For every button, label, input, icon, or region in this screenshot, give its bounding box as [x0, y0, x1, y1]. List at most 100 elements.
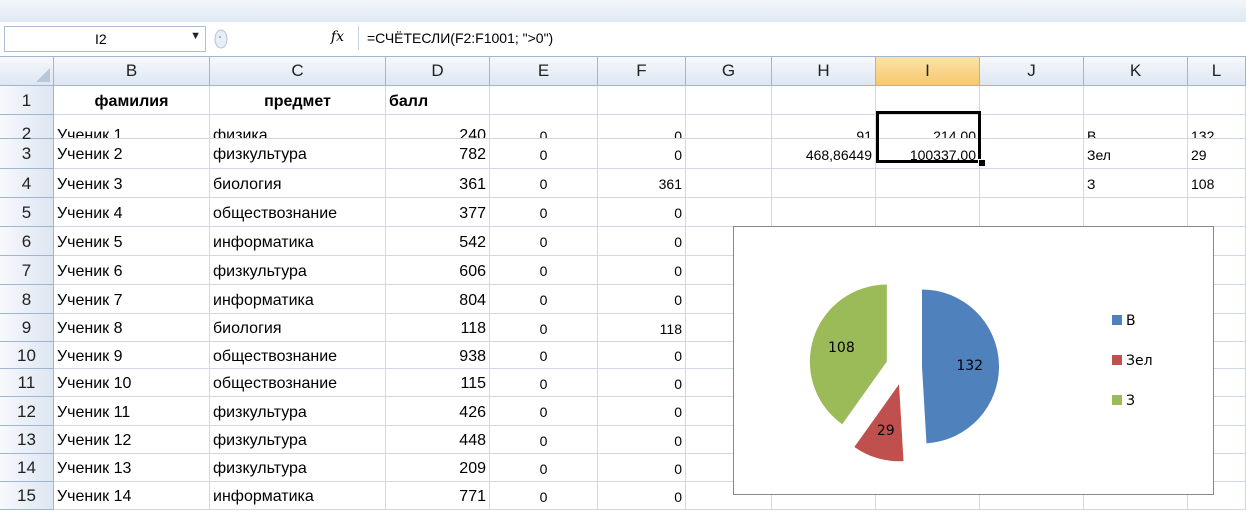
cell-d10[interactable]: 938: [386, 342, 490, 369]
row-header-4[interactable]: 4: [0, 169, 54, 198]
fill-handle[interactable]: [978, 159, 986, 167]
row-header-11[interactable]: 11: [0, 369, 54, 397]
cell-e11[interactable]: 0: [490, 369, 598, 397]
cell-b15[interactable]: Ученик 14: [54, 482, 210, 510]
cell-b8[interactable]: Ученик 7: [54, 285, 210, 314]
insert-function-button[interactable]: fx: [230, 28, 350, 50]
cell-d13[interactable]: 448: [386, 426, 490, 454]
cell-i4[interactable]: [876, 169, 980, 198]
row-header-9[interactable]: 9: [0, 314, 54, 342]
cell-k3[interactable]: Зел: [1084, 139, 1188, 169]
cell-e12[interactable]: 0: [490, 397, 598, 426]
cell-d2[interactable]: 240: [386, 115, 490, 139]
cell-i5[interactable]: [876, 198, 980, 227]
cell-e2[interactable]: 0: [490, 115, 598, 139]
cell-c6[interactable]: информатика: [210, 227, 386, 256]
cell-c7[interactable]: физкультура: [210, 256, 386, 285]
cell-c3[interactable]: физкультура: [210, 139, 386, 169]
cell-c1[interactable]: предмет: [210, 86, 386, 115]
row-header-13[interactable]: 13: [0, 426, 54, 454]
cell-h3[interactable]: 468,86449: [772, 139, 876, 169]
cell-b1[interactable]: фамилия: [54, 86, 210, 115]
cell-g2[interactable]: [686, 115, 772, 139]
cell-j1[interactable]: [980, 86, 1084, 115]
cell-b6[interactable]: Ученик 5: [54, 227, 210, 256]
cell-d4[interactable]: 361: [386, 169, 490, 198]
cell-f13[interactable]: 0: [598, 426, 686, 454]
cell-j4[interactable]: [980, 169, 1084, 198]
resize-handle-icon[interactable]: [212, 28, 230, 50]
row-header-14[interactable]: 14: [0, 454, 54, 482]
cell-f10[interactable]: 0: [598, 342, 686, 369]
cell-e9[interactable]: 0: [490, 314, 598, 342]
cell-k1[interactable]: [1084, 86, 1188, 115]
cell-l1[interactable]: [1188, 86, 1246, 115]
cell-c8[interactable]: информатика: [210, 285, 386, 314]
cell-d15[interactable]: 771: [386, 482, 490, 510]
cell-b2[interactable]: Ученик 1: [54, 115, 210, 139]
cell-b11[interactable]: Ученик 10: [54, 369, 210, 397]
cell-b9[interactable]: Ученик 8: [54, 314, 210, 342]
cell-b3[interactable]: Ученик 2: [54, 139, 210, 169]
cell-d12[interactable]: 426: [386, 397, 490, 426]
cell-e6[interactable]: 0: [490, 227, 598, 256]
cell-e13[interactable]: 0: [490, 426, 598, 454]
cell-k5[interactable]: [1084, 198, 1188, 227]
cell-l3[interactable]: 29: [1188, 139, 1246, 169]
row-header-6[interactable]: 6: [0, 227, 54, 256]
cell-b5[interactable]: Ученик 4: [54, 198, 210, 227]
cell-f7[interactable]: 0: [598, 256, 686, 285]
cell-c15[interactable]: информатика: [210, 482, 386, 510]
cell-e15[interactable]: 0: [490, 482, 598, 510]
cell-e7[interactable]: 0: [490, 256, 598, 285]
cell-g1[interactable]: [686, 86, 772, 115]
cell-l2[interactable]: 132: [1188, 115, 1246, 139]
cell-f5[interactable]: 0: [598, 198, 686, 227]
cell-e1[interactable]: [490, 86, 598, 115]
cell-j3[interactable]: [980, 139, 1084, 169]
cell-e14[interactable]: 0: [490, 454, 598, 482]
cell-d5[interactable]: 377: [386, 198, 490, 227]
cell-d14[interactable]: 209: [386, 454, 490, 482]
cell-f6[interactable]: 0: [598, 227, 686, 256]
cell-d11[interactable]: 115: [386, 369, 490, 397]
cell-d3[interactable]: 782: [386, 139, 490, 169]
cell-b7[interactable]: Ученик 6: [54, 256, 210, 285]
row-header-7[interactable]: 7: [0, 256, 54, 285]
cell-f3[interactable]: 0: [598, 139, 686, 169]
row-header-3[interactable]: 3: [0, 139, 54, 169]
name-box[interactable]: I2 ▼: [4, 26, 206, 52]
cell-f9[interactable]: 118: [598, 314, 686, 342]
column-header-g[interactable]: G: [686, 57, 772, 86]
column-header-k[interactable]: K: [1084, 57, 1188, 86]
cell-d8[interactable]: 804: [386, 285, 490, 314]
cell-k2[interactable]: В: [1084, 115, 1188, 139]
row-header-8[interactable]: 8: [0, 285, 54, 314]
cell-h5[interactable]: [772, 198, 876, 227]
cell-b4[interactable]: Ученик 3: [54, 169, 210, 198]
row-header-5[interactable]: 5: [0, 198, 54, 227]
cell-f11[interactable]: 0: [598, 369, 686, 397]
cell-f1[interactable]: [598, 86, 686, 115]
pie-chart[interactable]: 132 29 108 В Зел З: [733, 226, 1214, 495]
column-header-d[interactable]: D: [386, 57, 490, 86]
cell-c11[interactable]: обществознание: [210, 369, 386, 397]
cell-e10[interactable]: 0: [490, 342, 598, 369]
row-header-2[interactable]: 2: [0, 115, 54, 143]
column-header-e[interactable]: E: [490, 57, 598, 86]
cell-g5[interactable]: [686, 198, 772, 227]
cell-d9[interactable]: 118: [386, 314, 490, 342]
cell-b12[interactable]: Ученик 11: [54, 397, 210, 426]
cell-f4[interactable]: 361: [598, 169, 686, 198]
cell-c2[interactable]: физика: [210, 115, 386, 139]
cell-d7[interactable]: 606: [386, 256, 490, 285]
select-all-button[interactable]: [0, 57, 54, 86]
cell-c13[interactable]: физкультура: [210, 426, 386, 454]
cell-d6[interactable]: 542: [386, 227, 490, 256]
cell-f15[interactable]: 0: [598, 482, 686, 510]
row-header-12[interactable]: 12: [0, 397, 54, 426]
column-header-i[interactable]: I: [876, 57, 980, 86]
cell-j2[interactable]: [980, 115, 1084, 139]
cell-f14[interactable]: 0: [598, 454, 686, 482]
cell-f8[interactable]: 0: [598, 285, 686, 314]
